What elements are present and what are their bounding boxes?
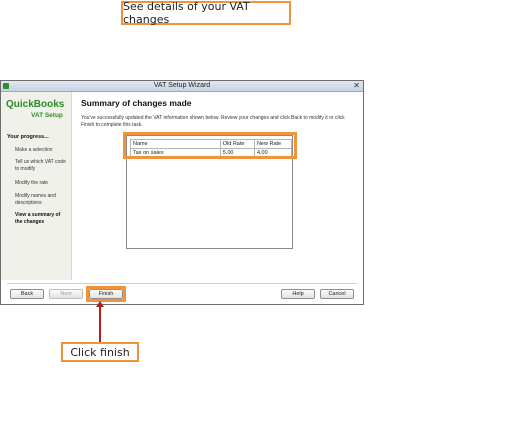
callout-see-details: See details of your VAT changes: [121, 0, 291, 26]
cancel-button[interactable]: Cancel: [320, 289, 354, 299]
next-button[interactable]: Next: [49, 289, 83, 299]
close-icon[interactable]: ✕: [353, 81, 360, 91]
back-button[interactable]: Back: [10, 289, 44, 299]
step-tell-vat-code: Tell us which VAT code to modify: [15, 159, 66, 172]
sidebar-subtitle: VAT Setup: [31, 112, 63, 119]
app-icon: [3, 83, 9, 89]
step-make-selection: Make a selection: [15, 147, 53, 153]
footer-divider: [7, 283, 357, 284]
page-description: You've successfully updated the VAT info…: [81, 115, 345, 128]
table-highlight-box: [123, 132, 297, 159]
page-title: Summary of changes made: [81, 98, 192, 108]
progress-title: Your progress...: [7, 134, 49, 140]
sidebar: QuickBooks VAT Setup Your progress... Ma…: [1, 92, 72, 280]
pointer-arrow-line: [99, 305, 101, 342]
help-button[interactable]: Help: [281, 289, 315, 299]
step-view-summary: View a summary of the changes: [15, 212, 61, 225]
callout-click-finish: Click finish: [61, 342, 139, 362]
vat-setup-wizard-window: VAT Setup Wizard ✕ QuickBooks VAT Setup …: [0, 80, 364, 305]
finish-highlight-box: [86, 286, 126, 302]
step-modify-names: Modify names and descriptions: [15, 193, 56, 206]
title-bar: VAT Setup Wizard ✕: [1, 81, 363, 92]
pointer-arrow-head-icon: [96, 301, 104, 307]
quickbooks-logo: QuickBooks: [6, 99, 65, 110]
step-modify-rate: Modify the rate: [15, 180, 49, 186]
window-title: VAT Setup Wizard: [153, 82, 211, 89]
